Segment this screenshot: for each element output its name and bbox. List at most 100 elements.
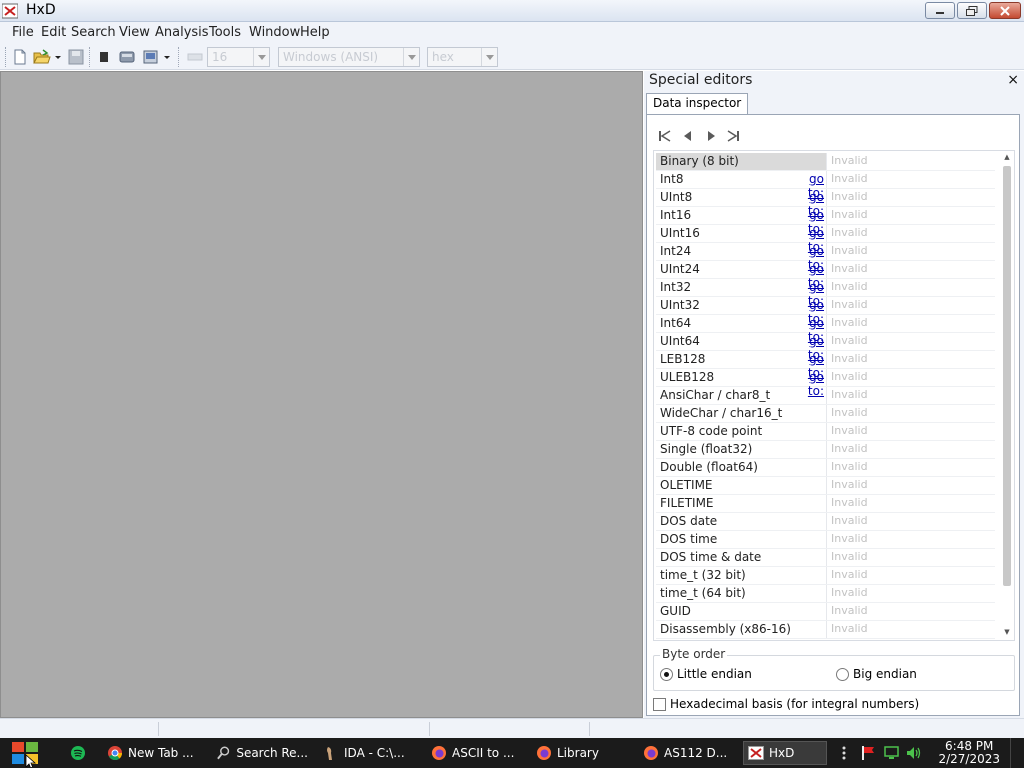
taskbar-app-firefox-as112[interactable]: AS112 D... (643, 741, 731, 765)
inspector-row[interactable]: ULEB128 go to: Invalid (656, 369, 995, 398)
scroll-thumb[interactable] (1003, 166, 1011, 586)
inspector-row[interactable]: DOS time Invalid (656, 531, 995, 549)
windows-start-icon[interactable] (8, 739, 44, 767)
menu-analysis[interactable]: Analysis (155, 25, 209, 40)
inspector-row[interactable]: Disassembly (x86-16) Invalid (656, 621, 995, 639)
ram-dropdown-icon[interactable] (162, 48, 172, 66)
new-file-icon[interactable] (11, 48, 29, 66)
inspector-row[interactable]: Int16 go to: Invalid (656, 207, 995, 236)
panel-close-icon[interactable]: × (1007, 72, 1019, 88)
inspector-row-value[interactable]: Invalid (826, 225, 995, 242)
inspector-row[interactable]: DOS date Invalid (656, 513, 995, 531)
inspector-row-value[interactable]: Invalid (826, 603, 995, 620)
inspector-row[interactable]: LEB128 go to: Invalid (656, 351, 995, 380)
inspector-row[interactable]: OLETIME Invalid (656, 477, 995, 495)
menu-tools[interactable]: Tools (209, 25, 241, 40)
menu-help[interactable]: Help (300, 25, 330, 40)
hxd-app-icon[interactable] (2, 3, 18, 19)
inspector-row-value[interactable]: Invalid (826, 387, 995, 404)
inspector-row-value[interactable]: Invalid (826, 567, 995, 584)
inspector-row-value[interactable]: Invalid (826, 261, 995, 278)
inspector-row[interactable]: UInt16 go to: Invalid (656, 225, 995, 254)
flag-icon[interactable] (860, 745, 876, 761)
restore-button[interactable] (957, 2, 987, 19)
data-inspector-grid[interactable]: Binary (8 bit) Invalid Int8 go to: Invalid UI… (653, 150, 1015, 641)
open-dropdown-icon[interactable] (53, 48, 63, 66)
inspector-row[interactable]: Int32 go to: Invalid (656, 279, 995, 308)
inspector-row-value[interactable]: Invalid (826, 441, 995, 458)
inspector-row-value[interactable]: Invalid (826, 459, 995, 476)
inspector-row-value[interactable]: Invalid (826, 621, 995, 638)
inspector-row-value[interactable]: Invalid (826, 171, 995, 188)
inspector-row-value[interactable]: Invalid (826, 369, 995, 386)
inspector-row[interactable]: UInt32 go to: Invalid (656, 297, 995, 326)
inspector-row-value[interactable]: Invalid (826, 549, 995, 566)
menu-file[interactable]: File (12, 25, 34, 40)
inspector-row-value[interactable]: Invalid (826, 153, 995, 170)
taskbar-clock[interactable]: 6:48 PM 2/27/2023 (938, 740, 1000, 766)
taskbar-app-hxd[interactable]: HxD (743, 741, 827, 765)
volume-icon[interactable] (906, 745, 922, 761)
inspector-row-value[interactable]: Invalid (826, 297, 995, 314)
inspector-row-value[interactable]: Invalid (826, 207, 995, 224)
inspector-row[interactable]: DOS time & date Invalid (656, 549, 995, 567)
network-icon[interactable] (884, 745, 900, 761)
editor-workspace[interactable] (0, 71, 643, 718)
disk-editor-icon[interactable] (118, 48, 136, 66)
charset-combo[interactable]: Windows (ANSI) (278, 47, 420, 67)
scroll-up-icon[interactable]: ▲ (1002, 153, 1012, 163)
previous-icon[interactable] (680, 128, 696, 144)
inspector-row[interactable]: Single (float32) Invalid (656, 441, 995, 459)
ram-editor-icon[interactable] (142, 48, 160, 66)
inspector-row[interactable]: Double (float64) Invalid (656, 459, 995, 477)
inspector-row[interactable]: WideChar / char16_t Invalid (656, 405, 995, 423)
taskbar-app-ida[interactable]: IDA - C:\... (323, 741, 413, 765)
inspector-row-value[interactable]: Invalid (826, 279, 995, 296)
first-icon[interactable] (657, 128, 673, 144)
big-endian-radio[interactable]: Big endian (836, 667, 917, 681)
inspector-row[interactable]: Int8 go to: Invalid (656, 171, 995, 200)
inspector-row[interactable]: UInt64 go to: Invalid (656, 333, 995, 362)
menu-search[interactable]: Search (71, 25, 116, 40)
show-desktop-button[interactable] (1010, 738, 1024, 768)
hex-basis-checkbox[interactable]: Hexadecimal basis (for integral numbers) (653, 697, 919, 711)
taskbar-app-chrome[interactable]: New Tab ... (107, 741, 201, 765)
inspector-row[interactable]: time_t (32 bit) Invalid (656, 567, 995, 585)
inspector-row[interactable]: UTF-8 code point Invalid (656, 423, 995, 441)
toolbar-grip[interactable] (5, 47, 8, 67)
offset-base-combo[interactable]: hex (427, 47, 498, 67)
inspector-row[interactable]: Int24 go to: Invalid (656, 243, 995, 272)
taskbar-app-firefox-ascii[interactable]: ASCII to ... (431, 741, 523, 765)
open-folder-icon[interactable] (33, 48, 51, 66)
bytes-per-row-combo[interactable]: 16 (207, 47, 270, 67)
minimize-button[interactable] (925, 2, 955, 19)
inspector-row-value[interactable]: Invalid (826, 423, 995, 440)
save-icon[interactable] (67, 48, 85, 66)
close-button[interactable] (989, 2, 1021, 19)
inspector-row[interactable]: UInt24 go to: Invalid (656, 261, 995, 290)
inspector-row[interactable]: GUID Invalid (656, 603, 995, 621)
taskbar-app-search[interactable]: Search Re... (216, 741, 308, 765)
inspector-row[interactable]: time_t (64 bit) Invalid (656, 585, 995, 603)
inspector-row-value[interactable]: Invalid (826, 513, 995, 530)
little-endian-radio[interactable]: Little endian (660, 667, 752, 681)
more-options-icon[interactable] (836, 745, 852, 761)
inspector-row[interactable]: UInt8 go to: Invalid (656, 189, 995, 218)
scroll-down-icon[interactable]: ▼ (1002, 628, 1012, 638)
inspector-row-value[interactable]: Invalid (826, 189, 995, 206)
vertical-scrollbar[interactable]: ▲ ▼ (1002, 153, 1012, 638)
menu-view[interactable]: View (119, 25, 150, 40)
close-file-icon[interactable] (95, 48, 113, 66)
inspector-row-value[interactable]: Invalid (826, 333, 995, 350)
next-icon[interactable] (703, 128, 719, 144)
inspector-row-value[interactable]: Invalid (826, 351, 995, 368)
inspector-row[interactable]: Int64 go to: Invalid (656, 315, 995, 344)
spotify-icon[interactable] (70, 745, 86, 761)
inspector-row[interactable]: Binary (8 bit) Invalid (656, 153, 995, 171)
inspector-row-value[interactable]: Invalid (826, 495, 995, 512)
inspector-row-value[interactable]: Invalid (826, 477, 995, 494)
last-icon[interactable] (725, 128, 741, 144)
inspector-row[interactable]: AnsiChar / char8_t Invalid (656, 387, 995, 405)
inspector-row[interactable]: FILETIME Invalid (656, 495, 995, 513)
menu-edit[interactable]: Edit (41, 25, 66, 40)
